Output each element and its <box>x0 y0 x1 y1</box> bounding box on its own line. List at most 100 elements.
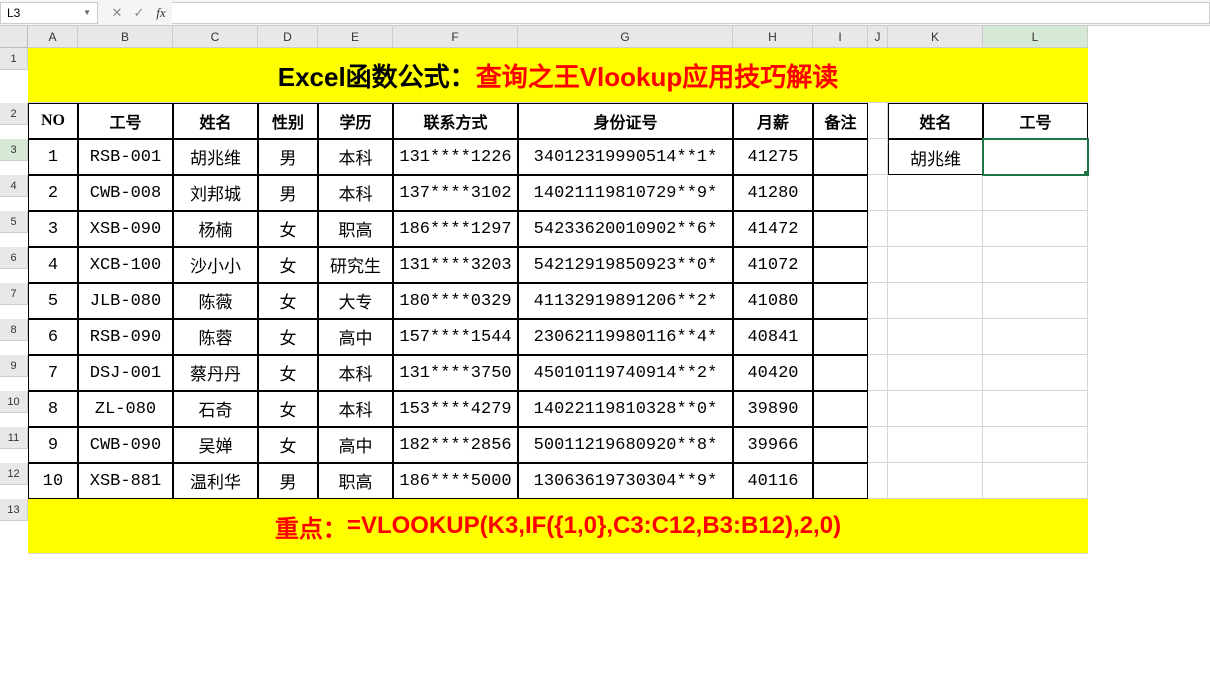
data-cell[interactable]: 温利华 <box>173 463 258 499</box>
data-cell[interactable]: 9 <box>28 427 78 463</box>
data-cell[interactable]: 2 <box>28 175 78 211</box>
data-cell[interactable]: 131****3750 <box>393 355 518 391</box>
row-header-10[interactable]: 10 <box>0 391 28 413</box>
data-cell[interactable]: JLB-080 <box>78 283 173 319</box>
data-cell[interactable]: 女 <box>258 247 318 283</box>
data-cell[interactable]: 5 <box>28 283 78 319</box>
row-header-7[interactable]: 7 <box>0 283 28 305</box>
data-cell[interactable]: 180****0329 <box>393 283 518 319</box>
column-header-C[interactable]: C <box>173 26 258 48</box>
data-cell[interactable]: 41132919891206**2* <box>518 283 733 319</box>
data-cell[interactable] <box>813 247 868 283</box>
column-header-L[interactable]: L <box>983 26 1088 48</box>
column-header-D[interactable]: D <box>258 26 318 48</box>
data-cell[interactable]: RSB-090 <box>78 319 173 355</box>
data-cell[interactable]: 6 <box>28 319 78 355</box>
column-header-I[interactable]: I <box>813 26 868 48</box>
data-cell[interactable]: 女 <box>258 355 318 391</box>
data-cell[interactable]: 3 <box>28 211 78 247</box>
row-header-11[interactable]: 11 <box>0 427 28 449</box>
data-cell[interactable]: 男 <box>258 139 318 175</box>
data-cell[interactable]: 137****3102 <box>393 175 518 211</box>
column-header-B[interactable]: B <box>78 26 173 48</box>
data-cell[interactable]: 男 <box>258 175 318 211</box>
data-cell[interactable]: 女 <box>258 283 318 319</box>
data-cell[interactable]: 女 <box>258 319 318 355</box>
data-cell[interactable]: 34012319990514**1* <box>518 139 733 175</box>
select-all-corner[interactable] <box>0 26 28 48</box>
data-cell[interactable]: 40420 <box>733 355 813 391</box>
row-header-12[interactable]: 12 <box>0 463 28 485</box>
data-cell[interactable]: 40116 <box>733 463 813 499</box>
data-cell[interactable]: 54233620010902**6* <box>518 211 733 247</box>
cancel-icon[interactable]: ✕ <box>106 2 128 24</box>
data-cell[interactable]: 41472 <box>733 211 813 247</box>
data-cell[interactable]: 男 <box>258 463 318 499</box>
data-cell[interactable] <box>813 283 868 319</box>
data-cell[interactable]: 本科 <box>318 391 393 427</box>
row-header-2[interactable]: 2 <box>0 103 28 125</box>
fx-icon[interactable]: fx <box>150 2 172 24</box>
data-cell[interactable]: 39890 <box>733 391 813 427</box>
data-cell[interactable]: 沙小小 <box>173 247 258 283</box>
data-cell[interactable]: 45010119740914**2* <box>518 355 733 391</box>
data-cell[interactable]: DSJ-001 <box>78 355 173 391</box>
data-cell[interactable]: 40841 <box>733 319 813 355</box>
data-cell[interactable]: XSB-881 <box>78 463 173 499</box>
data-cell[interactable]: 本科 <box>318 355 393 391</box>
data-cell[interactable] <box>813 139 868 175</box>
data-cell[interactable]: 1 <box>28 139 78 175</box>
column-header-J[interactable]: J <box>868 26 888 48</box>
column-header-K[interactable]: K <box>888 26 983 48</box>
lookup-name-cell[interactable]: 胡兆维 <box>888 139 983 175</box>
data-cell[interactable]: 50011219680920**8* <box>518 427 733 463</box>
row-header-9[interactable]: 9 <box>0 355 28 377</box>
data-cell[interactable]: 157****1544 <box>393 319 518 355</box>
column-header-A[interactable]: A <box>28 26 78 48</box>
data-cell[interactable]: 杨楠 <box>173 211 258 247</box>
data-cell[interactable] <box>813 391 868 427</box>
data-cell[interactable]: 41080 <box>733 283 813 319</box>
data-cell[interactable]: 蔡丹丹 <box>173 355 258 391</box>
data-cell[interactable]: 陈薇 <box>173 283 258 319</box>
data-cell[interactable]: 10 <box>28 463 78 499</box>
data-cell[interactable]: 186****1297 <box>393 211 518 247</box>
data-cell[interactable]: 153****4279 <box>393 391 518 427</box>
row-header-1[interactable]: 1 <box>0 48 28 70</box>
dropdown-icon[interactable]: ▼ <box>83 8 91 17</box>
data-cell[interactable]: 39966 <box>733 427 813 463</box>
data-cell[interactable]: ZL-080 <box>78 391 173 427</box>
data-cell[interactable]: 41280 <box>733 175 813 211</box>
column-header-G[interactable]: G <box>518 26 733 48</box>
data-cell[interactable]: 4 <box>28 247 78 283</box>
data-cell[interactable]: 131****1226 <box>393 139 518 175</box>
data-cell[interactable] <box>813 175 868 211</box>
data-cell[interactable]: 高中 <box>318 427 393 463</box>
data-cell[interactable] <box>813 319 868 355</box>
data-cell[interactable]: 本科 <box>318 139 393 175</box>
formula-input[interactable] <box>172 2 1210 24</box>
data-cell[interactable]: 54212919850923**0* <box>518 247 733 283</box>
data-cell[interactable]: RSB-001 <box>78 139 173 175</box>
data-cell[interactable]: 陈蓉 <box>173 319 258 355</box>
data-cell[interactable]: 131****3203 <box>393 247 518 283</box>
row-header-8[interactable]: 8 <box>0 319 28 341</box>
data-cell[interactable]: 胡兆维 <box>173 139 258 175</box>
data-cell[interactable] <box>813 355 868 391</box>
data-cell[interactable]: 吴婵 <box>173 427 258 463</box>
data-cell[interactable]: 本科 <box>318 175 393 211</box>
row-header-6[interactable]: 6 <box>0 247 28 269</box>
data-cell[interactable]: 13063619730304**9* <box>518 463 733 499</box>
row-header-3[interactable]: 3 <box>0 139 28 161</box>
data-cell[interactable]: 23062119980116**4* <box>518 319 733 355</box>
data-cell[interactable]: 41072 <box>733 247 813 283</box>
data-cell[interactable] <box>813 211 868 247</box>
data-cell[interactable]: 186****5000 <box>393 463 518 499</box>
row-header-13[interactable]: 13 <box>0 499 28 521</box>
data-cell[interactable]: CWB-090 <box>78 427 173 463</box>
column-header-H[interactable]: H <box>733 26 813 48</box>
data-cell[interactable]: 女 <box>258 391 318 427</box>
data-cell[interactable]: 研究生 <box>318 247 393 283</box>
data-cell[interactable]: 7 <box>28 355 78 391</box>
name-box[interactable]: L3 ▼ <box>0 2 98 24</box>
